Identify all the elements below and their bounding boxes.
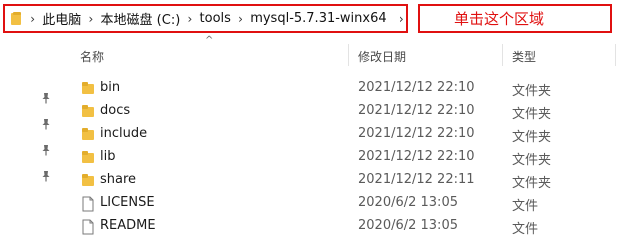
file-icon [81, 196, 95, 212]
file-date: 2020/6/2 13:05 [358, 195, 458, 210]
file-date: 2021/12/12 22:10 [358, 126, 475, 141]
column-divider[interactable] [502, 44, 503, 66]
file-date: 2020/6/2 13:05 [358, 218, 458, 233]
breadcrumb-this-pc[interactable]: 此电脑 [36, 9, 87, 28]
file-type: 文件夹 [512, 153, 552, 168]
breadcrumb-tools[interactable]: tools [194, 11, 237, 26]
navigation-pane [0, 36, 70, 240]
file-date: 2021/12/12 22:11 [358, 172, 475, 187]
list-item[interactable]: bin 2021/12/12 22:10 文件夹 [70, 76, 640, 99]
folder-icon [11, 11, 23, 26]
folder-icon [81, 81, 95, 95]
file-type: 文件夹 [512, 107, 552, 122]
folder-icon [81, 150, 95, 164]
folder-icon [81, 173, 95, 187]
list-item[interactable]: include 2021/12/12 22:10 文件夹 [70, 122, 640, 145]
list-item[interactable]: docs 2021/12/12 22:10 文件夹 [70, 99, 640, 122]
chevron-right-icon[interactable]: › [237, 12, 244, 26]
file-name: lib [100, 149, 116, 164]
file-date: 2021/12/12 22:10 [358, 103, 475, 118]
column-date-header[interactable]: 修改日期 [358, 48, 406, 65]
chevron-right-icon[interactable]: › [87, 12, 94, 26]
address-bar[interactable]: › 此电脑 › 本地磁盘 (C:) › tools › mysql-5.7.31… [3, 4, 408, 33]
folder-icon [81, 104, 95, 118]
file-name: include [100, 126, 148, 141]
file-type: 文件 [512, 222, 539, 237]
file-name: docs [100, 103, 131, 118]
breadcrumb-local-disk[interactable]: 本地磁盘 (C:) [95, 9, 187, 28]
file-type: 文件 [512, 199, 539, 214]
file-date: 2021/12/12 22:10 [358, 149, 475, 164]
list-item[interactable]: lib 2021/12/12 22:10 文件夹 [70, 145, 640, 168]
file-name: bin [100, 80, 121, 95]
pin-icon[interactable] [40, 118, 52, 130]
file-type: 文件夹 [512, 176, 552, 191]
annotation-callout: 单击这个区域 [418, 4, 612, 33]
file-name: README [100, 218, 156, 233]
sort-ascending-icon: ^ [205, 35, 214, 46]
annotation-text: 单击这个区域 [454, 10, 545, 28]
pin-icon[interactable] [40, 144, 52, 156]
column-header: ^ 名称 修改日期 类型 [70, 35, 640, 76]
column-type-header[interactable]: 类型 [512, 48, 536, 65]
folder-icon [81, 127, 95, 141]
file-name: share [100, 172, 137, 187]
list-item[interactable]: LICENSE 2020/6/2 13:05 文件 [70, 191, 640, 214]
file-date: 2021/12/12 22:10 [358, 80, 475, 95]
file-type: 文件夹 [512, 84, 552, 99]
chevron-right-icon: › [30, 11, 36, 26]
breadcrumb-mysql[interactable]: mysql-5.7.31-winx64 [244, 11, 392, 26]
list-item[interactable]: share 2021/12/12 22:11 文件夹 [70, 168, 640, 191]
file-name: LICENSE [100, 195, 155, 210]
file-icon [81, 219, 95, 235]
column-name-header[interactable]: 名称 [80, 48, 104, 65]
chevron-right-icon[interactable]: › [397, 12, 406, 26]
chevron-right-icon[interactable]: › [186, 12, 193, 26]
column-divider[interactable] [615, 44, 616, 66]
column-divider[interactable] [348, 44, 349, 66]
file-type: 文件夹 [512, 130, 552, 145]
pin-icon[interactable] [40, 170, 52, 182]
pin-icon[interactable] [40, 92, 52, 104]
list-item[interactable]: README 2020/6/2 13:05 文件 [70, 214, 640, 237]
